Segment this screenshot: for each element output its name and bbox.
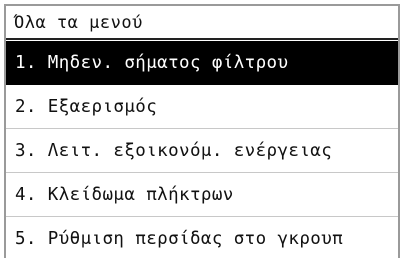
page-title: Όλα τα μενού (14, 13, 143, 33)
menu-list: 1. Μηδεν. σήματος φίλτρου 2. Εξαερισμός … (6, 41, 398, 261)
menu-screen: Όλα τα μενού 1. Μηδεν. σήματος φίλτρου 2… (4, 4, 400, 258)
menu-item-group-louver-setting[interactable]: 5. Ρύθμιση περσίδας στο γκρουπ (6, 217, 398, 261)
menu-item-filter-sign-reset[interactable]: 1. Μηδεν. σήματος φίλτρου (6, 41, 398, 85)
menu-item-energy-saving[interactable]: 3. Λειτ. εξοικονόμ. ενέργειας (6, 129, 398, 173)
menu-item-ventilation[interactable]: 2. Εξαερισμός (6, 85, 398, 129)
title-divider (6, 38, 398, 40)
menu-item-key-lock[interactable]: 4. Κλείδωμα πλήκτρων (6, 173, 398, 217)
